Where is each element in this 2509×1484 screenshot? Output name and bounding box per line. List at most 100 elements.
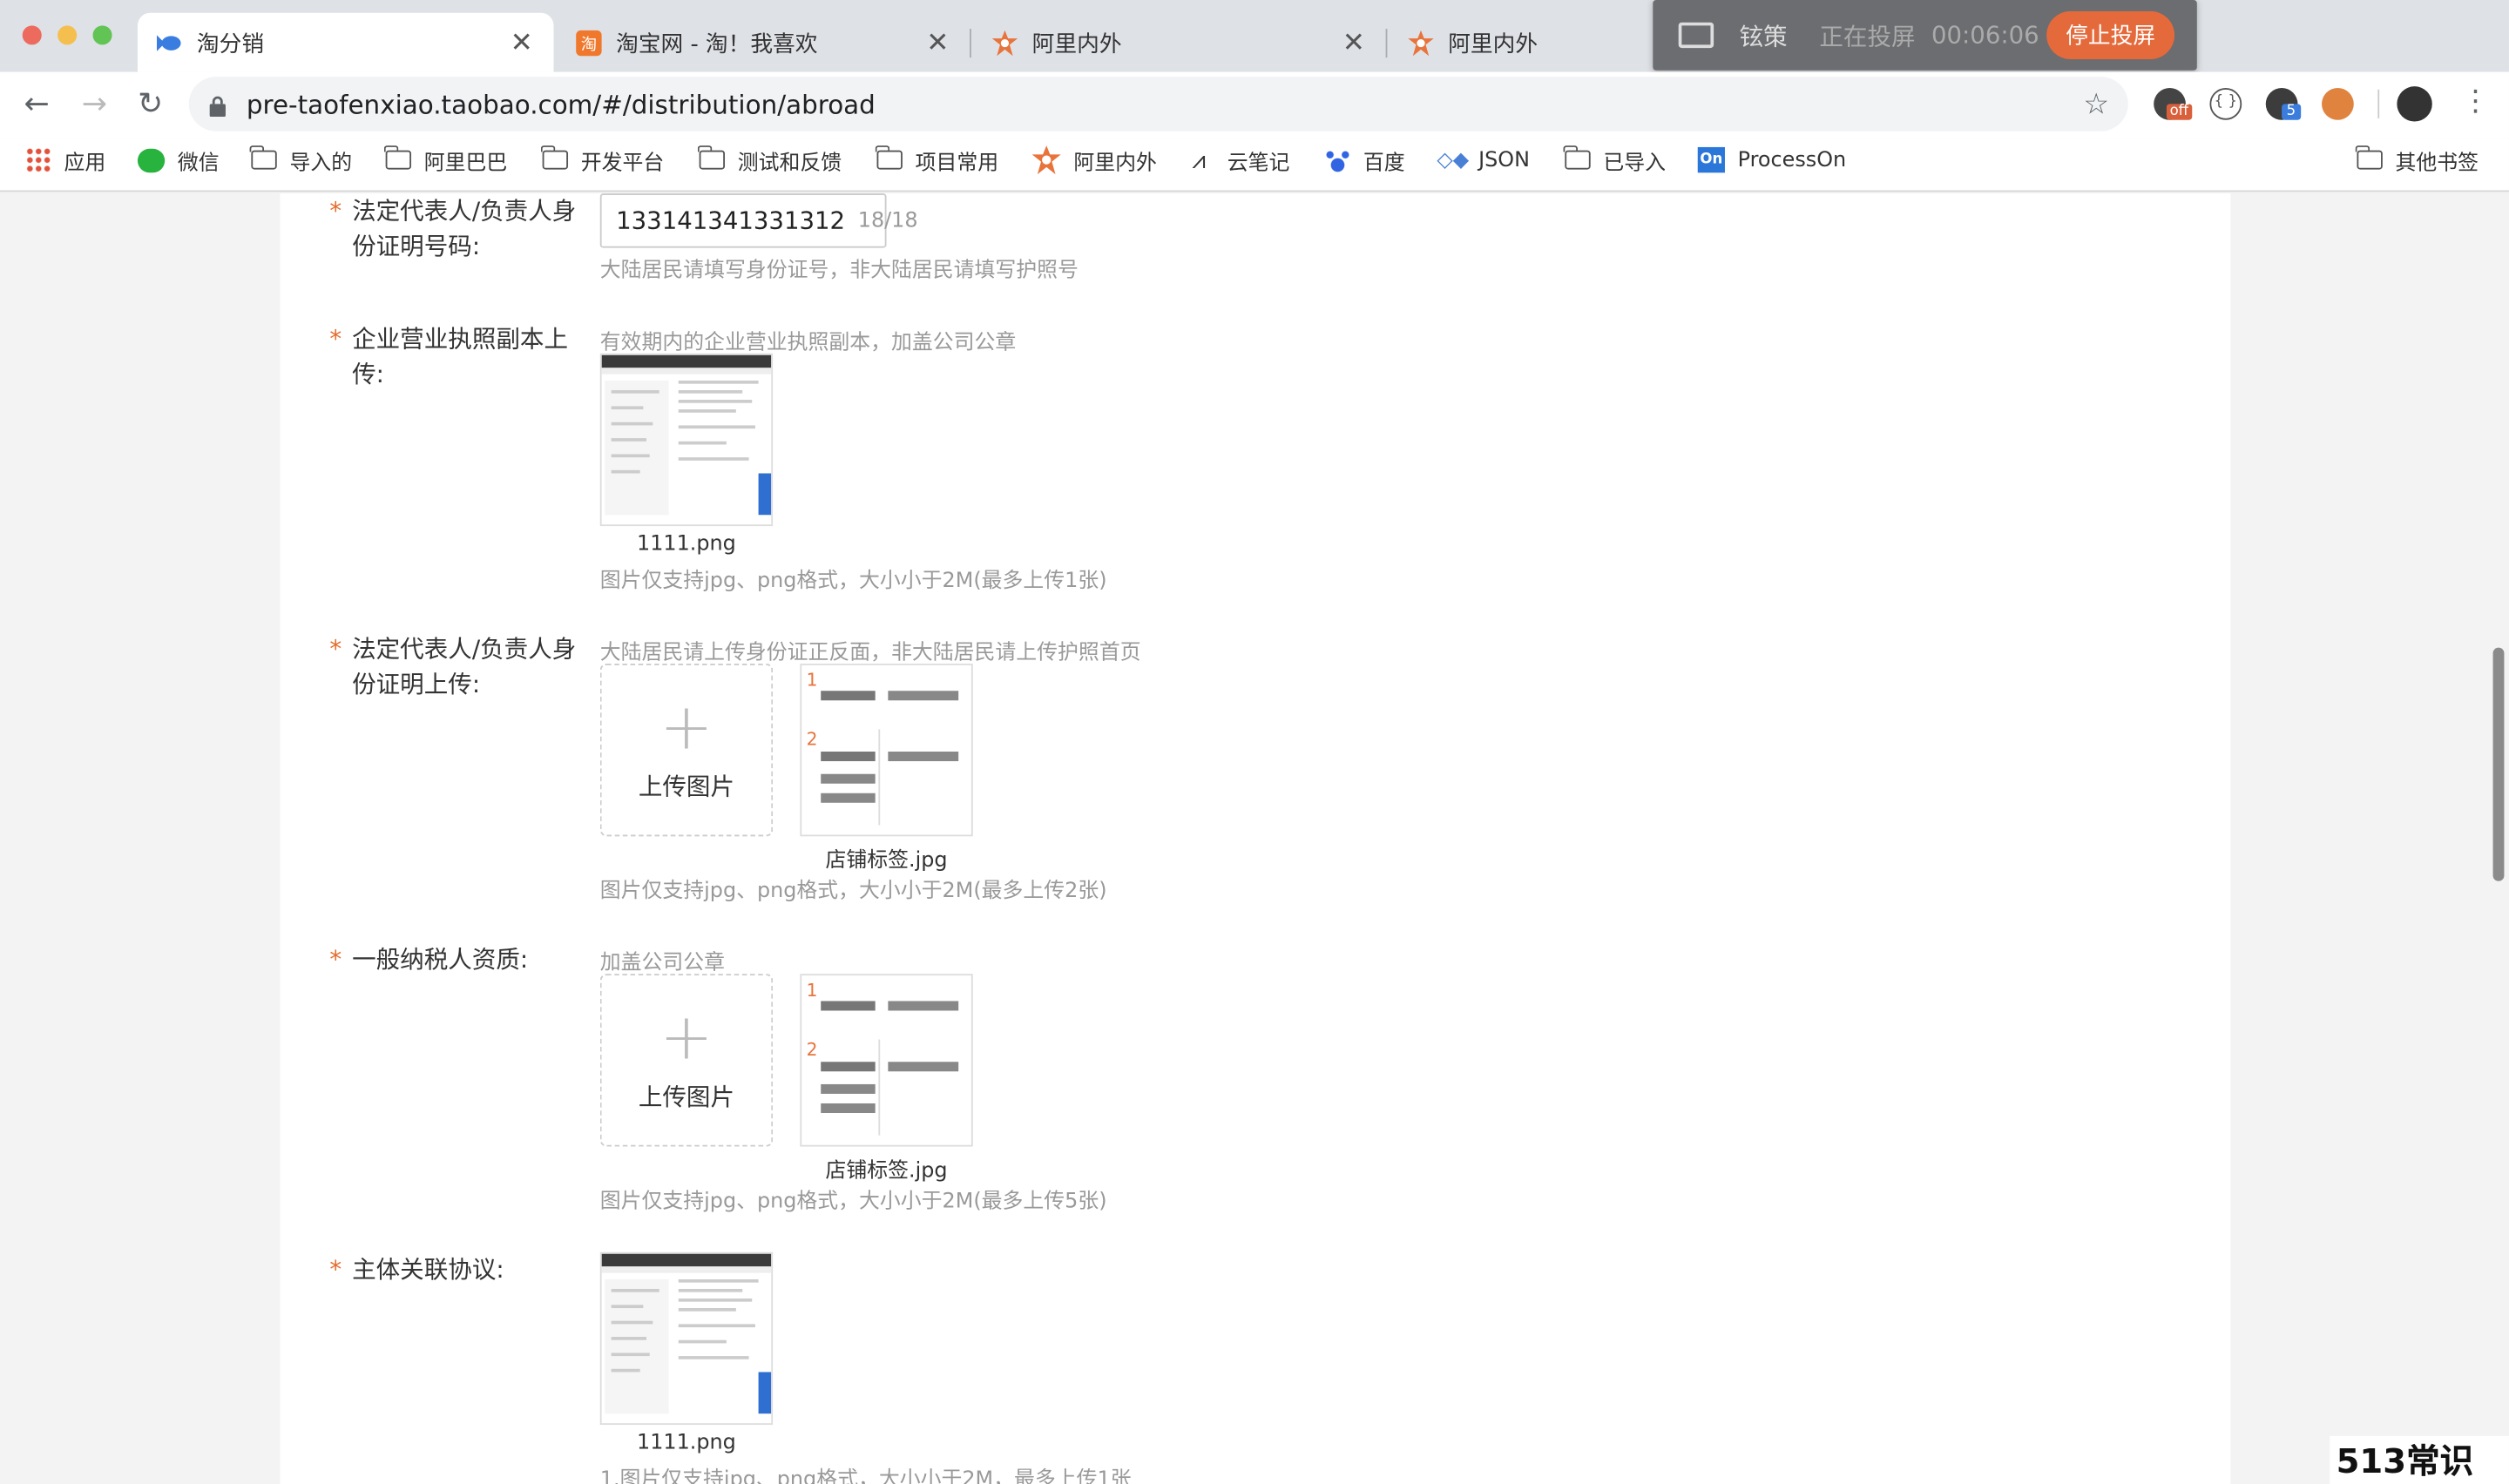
id-number-value[interactable]: 133141341331312 [616,206,845,235]
bookmark-alinw[interactable]: 阿里内外 [1031,144,1157,176]
bookmark-label: 测试和反馈 [737,151,842,176]
tab-taobao[interactable]: 淘 淘宝网 - 淘！我喜欢 ✕ [557,13,970,72]
ext-badge: off [2166,104,2192,120]
tab-title: 淘宝网 - 淘！我喜欢 [616,30,818,57]
bookmark-json[interactable]: ◇◆ JSON [1437,144,1530,176]
svg-text:1: 1 [807,980,818,1001]
alibaba-star-icon [1031,145,1061,175]
code-ext-icon[interactable]: { } [2209,87,2242,120]
baidu-paw-icon [1324,146,1351,173]
stop-share-button[interactable]: 停止投屏 [2046,10,2175,59]
taxpayer-upload-button[interactable]: + 上传图片 [599,974,774,1147]
tab-separator [1385,29,1388,58]
tab-taofenxiao[interactable]: 淘分销 ✕ [137,12,554,72]
label-text: 法定代表人/负责人身份证明号码: [352,196,577,261]
tab-title: 淘分销 [196,30,265,57]
bookmark-other[interactable]: 其他书签 [2356,144,2479,176]
tab-alinw-2[interactable]: 阿里内外 [1389,13,1677,72]
wechat-icon [137,147,166,172]
bookmark-label: 阿里巴巴 [423,151,508,176]
tab-alinw-1[interactable]: 阿里内外 ✕ [973,13,1386,72]
tab-title: 阿里内外 [1031,30,1122,57]
reload-icon[interactable]: ↻ [132,86,167,121]
bookmark-imported[interactable]: 导入的 [250,144,352,176]
close-tab-icon[interactable]: ✕ [925,26,950,58]
bookmark-label: ProcessOn [1737,147,1847,172]
folder-icon [2356,145,2383,170]
bookmark-alibaba[interactable]: 阿里巴巴 [384,144,508,176]
close-window-button[interactable] [22,25,42,45]
tab-title: 阿里内外 [1448,30,1539,57]
bookmark-imported-2[interactable]: 已导入 [1564,144,1667,176]
bookmark-testing[interactable]: 测试和反馈 [698,144,842,176]
back-icon[interactable]: ← [19,86,54,121]
svg-text:1: 1 [807,670,818,691]
plus-icon: + [659,690,713,764]
upload-label: 上传图片 [638,1082,735,1111]
plus-icon: + [659,1000,713,1075]
legal-id-thumbnail[interactable]: 12 [800,664,973,837]
id-number-hint: 大陆居民请填写身份证号，非大陆居民请填写护照号 [599,259,1079,284]
bookmark-label: 项目常用 [915,151,999,176]
apps-grid-icon [25,146,51,173]
required-mark: * [329,324,342,354]
legal-id-upload-label: * 法定代表人/负责人身份证明上传: [329,631,592,702]
business-license-thumbnail[interactable] [599,353,774,527]
id-number-input[interactable]: 133141341331312 18/18 [599,193,918,248]
screen: 淘分销 ✕ 淘 淘宝网 - 淘！我喜欢 ✕ 阿里内外 ✕ 阿里内外 铉策 正在投… [0,0,2509,1484]
bookmark-label: 云笔记 [1227,151,1290,176]
bookmark-label: 应用 [64,151,106,176]
label-text: 主体关联协议: [352,1255,504,1285]
cloud-ext-icon[interactable]: 5 [2265,87,2301,120]
processon-icon: On [1697,146,1725,173]
menu-icon[interactable]: ⋮ [2461,84,2490,118]
bookmark-label: 开发平台 [580,151,665,176]
share-status: 正在投屏 [1819,21,1916,51]
url-text[interactable]: pre-taofenxiao.taobao.com/#/distribution… [247,89,876,119]
business-license-tip: 图片仅支持jpg、png格式，大小小于2M(最多上传1张) [599,569,1107,594]
legal-id-upload-button[interactable]: + 上传图片 [599,664,774,837]
toolbar-divider [2377,89,2380,118]
avatar[interactable] [2397,86,2432,122]
bookmark-devplatform[interactable]: 开发平台 [541,144,665,176]
bookmark-star-icon[interactable]: ☆ [2083,88,2109,122]
taofenxiao-favicon-icon [156,30,182,55]
legal-id-upload-hint: 大陆居民请上传身份证正反面，非大陆居民请上传护照首页 [599,641,1141,665]
off-badge-ext-icon[interactable]: off [2154,87,2192,120]
zoom-window-button[interactable] [92,25,112,45]
share-timer: 00:06:06 [1931,20,2039,50]
label-text: 法定代表人/负责人身份证明上传: [352,634,577,699]
folder-icon [250,145,277,170]
address-bar[interactable]: pre-taofenxiao.taobao.com/#/distribution… [188,77,2128,132]
orange-ext-icon[interactable] [2322,87,2354,120]
alibaba-star-icon [991,29,1018,56]
close-tab-icon[interactable]: ✕ [509,26,534,58]
bookmark-processon[interactable]: On ProcessOn [1697,144,1847,176]
legal-id-tip: 图片仅支持jpg、png格式，大小小于2M(最多上传2张) [599,879,1107,904]
bookmark-baidu[interactable]: 百度 [1324,144,1405,176]
taxpayer-label: * 一般纳税人资质: [329,942,592,977]
required-mark: * [329,196,342,226]
agreement-thumbnail[interactable] [599,1251,774,1426]
agreement-tip: 1.图片仅支持jpg、png格式，大小小于2M，最多上传1张 [599,1467,1132,1484]
bookmark-note[interactable]: ⩘ 云笔记 [1192,144,1289,176]
close-tab-icon[interactable]: ✕ [1341,26,1366,58]
minimize-window-button[interactable] [57,25,78,45]
pen-icon: ⩘ [1192,145,1206,175]
page-scrollbar[interactable] [2492,647,2505,881]
folder-icon [541,145,569,170]
char-count: 18/18 [857,208,918,233]
id-number-label: * 法定代表人/负责人身份证明号码: [329,193,592,264]
bookmark-wechat[interactable]: 微信 [137,144,220,176]
bookmark-project[interactable]: 项目常用 [876,144,999,176]
business-license-label: * 企业营业执照副本上传: [329,321,592,392]
taxpayer-thumbnail[interactable]: 12 [800,974,973,1147]
bookmark-apps[interactable]: 应用 [25,144,105,176]
bookmark-label: 已导入 [1603,151,1667,176]
taxpayer-hint: 加盖公司公章 [599,951,726,976]
bookmark-label: 其他书签 [2395,151,2479,176]
lock-icon [209,92,226,118]
forward-icon[interactable]: → [77,86,112,121]
business-license-filename: 1111.png [637,532,736,556]
ext-badge: 5 [2282,104,2301,120]
